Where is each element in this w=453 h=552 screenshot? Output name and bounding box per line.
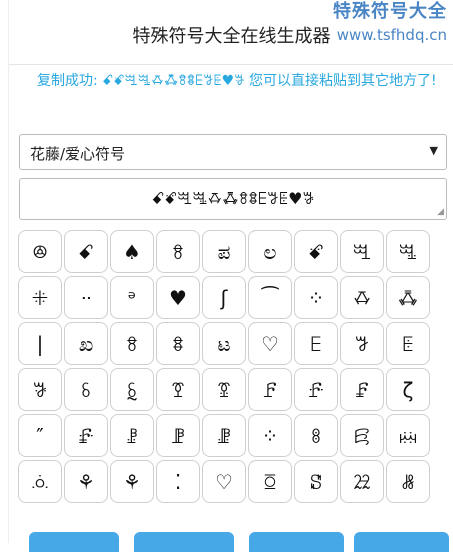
symbol-button[interactable]: ꗎ: [18, 368, 62, 411]
symbol-button[interactable]: ζ: [386, 368, 430, 411]
symbol-button[interactable]: ᵊ: [110, 276, 154, 319]
symbol-button[interactable]: ♡: [248, 322, 292, 365]
symbol-button[interactable]: ꗙ: [202, 414, 246, 457]
symbol-button[interactable]: ♥: [156, 276, 200, 319]
symbol-button[interactable]: ꗒ: [202, 368, 246, 411]
watermark-url: www.tsfhdq.cn: [336, 26, 447, 44]
symbol-button[interactable]: ᐧᐧ: [64, 276, 108, 319]
symbol-button[interactable]: ♠: [110, 230, 154, 273]
symbol-button[interactable]: ꗖ: [64, 414, 108, 457]
symbol-button[interactable]: ꗋ: [294, 322, 338, 365]
symbol-output-field[interactable]: ꗃꗄꗅꗆꗇꗈꗉꗊꗋꗌꗍ♥ꗎ ◢: [19, 178, 447, 220]
title-divider: [9, 64, 453, 65]
symbol-button[interactable]: |: [18, 322, 62, 365]
symbol-grid: ꔮ ꗃ ♠ ꗉ ಪ ಲ ꗄ ꗅ ꗆ ꔰ ᐧᐧ ᵊ ♥ ʃ ⁀ ⁘ ꗇ ꗈ | ಖ ꗉ ꗊ ಟ ♡ ꗋ ꗌ ꗍ ꗎ ꗏ ꗐ ꗑ ꗒ ꗓ ꗔ ꗕ ζ ″ ꗖ ꗗ…: [18, 230, 448, 503]
symbol-button[interactable]: ꗏ: [64, 368, 108, 411]
symbol-button[interactable]: ꗇ: [340, 276, 384, 319]
selected-category-label: 花藤/爱心符号: [30, 145, 126, 163]
symbol-button[interactable]: ꗚ: [294, 414, 338, 457]
watermark-title: 特殊符号大全: [333, 1, 447, 22]
copy-success-message: 复制成功: ꗃꗄꗅꗆꗇꗈꗉꗊꗋꗌꗍ♥ꗎ 您可以直接粘贴到其它地方了!: [37, 73, 437, 89]
symbol-button[interactable]: ʃ: [202, 276, 246, 319]
action-button-1[interactable]: [29, 532, 119, 552]
symbol-button[interactable]: ꗑ: [156, 368, 200, 411]
symbol-button[interactable]: ″: [18, 414, 62, 457]
symbol-button[interactable]: ꗊ: [156, 322, 200, 365]
symbol-button[interactable]: ꔰ: [18, 276, 62, 319]
output-value: ꗃꗄꗅꗆꗇꗈꗉꗊꗋꗌꗍ♥ꗎ: [151, 189, 315, 208]
symbol-button[interactable]: ꗉ: [156, 230, 200, 273]
symbol-button[interactable]: ⚘: [110, 460, 154, 503]
symbol-category-select[interactable]: 花藤/爱心符号 ▼: [19, 134, 447, 170]
symbol-button[interactable]: ꗞ: [248, 460, 292, 503]
symbol-button[interactable]: ಪ: [202, 230, 246, 273]
symbol-button[interactable]: ꗍ: [386, 322, 430, 365]
symbol-button[interactable]: ꗔ: [294, 368, 338, 411]
symbol-button[interactable]: ꔮ: [18, 230, 62, 273]
symbol-button[interactable]: ♡: [202, 460, 246, 503]
symbol-button[interactable]: ꗓ: [248, 368, 292, 411]
symbol-button[interactable]: ꗠ: [340, 460, 384, 503]
symbol-button[interactable]: ꗘ: [156, 414, 200, 457]
symbol-button[interactable]: ꗃ: [64, 230, 108, 273]
resize-grip-icon[interactable]: ◢: [437, 208, 444, 217]
symbol-button[interactable]: ꗕ: [340, 368, 384, 411]
symbol-button[interactable]: ꗆ: [386, 230, 430, 273]
symbol-button[interactable]: ꗉ: [110, 322, 154, 365]
symbol-button[interactable]: ⁚: [156, 460, 200, 503]
symbol-button[interactable]: ಟ: [202, 322, 246, 365]
symbol-button[interactable]: ꗅ: [340, 230, 384, 273]
symbol-button[interactable]: ꗜ: [386, 414, 430, 457]
symbol-button[interactable]: ಖ: [64, 322, 108, 365]
symbol-button[interactable]: ꗡ: [386, 460, 430, 503]
symbol-button[interactable]: ꗟ: [294, 460, 338, 503]
symbol-button[interactable]: ⁘: [248, 414, 292, 457]
symbol-button[interactable]: ꗄ: [294, 230, 338, 273]
symbol-button[interactable]: ꗛ: [340, 414, 384, 457]
action-button-3[interactable]: [249, 532, 344, 552]
site-watermark: 特殊符号大全 www.tsfhdq.cn: [333, 0, 447, 46]
action-button-4[interactable]: [354, 532, 449, 552]
symbol-button[interactable]: ಲ: [248, 230, 292, 273]
symbol-button[interactable]: ꗝ: [18, 460, 62, 503]
symbol-button[interactable]: ꗈ: [386, 276, 430, 319]
symbol-button[interactable]: ⁀: [248, 276, 292, 319]
action-button-2[interactable]: [134, 532, 234, 552]
symbol-button[interactable]: ꗐ: [110, 368, 154, 411]
symbol-button[interactable]: ⁘: [294, 276, 338, 319]
symbol-button[interactable]: ⚘: [64, 460, 108, 503]
chevron-down-icon: ▼: [429, 144, 438, 157]
symbol-button[interactable]: ꗗ: [110, 414, 154, 457]
symbol-button[interactable]: ꗌ: [340, 322, 384, 365]
